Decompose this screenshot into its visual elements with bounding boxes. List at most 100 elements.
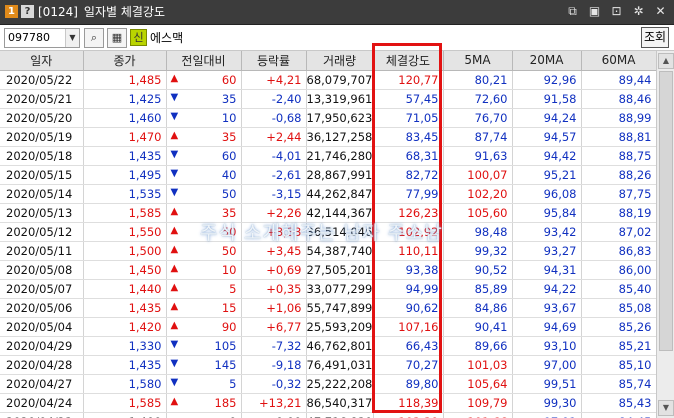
cell-ma5: 89,66 — [443, 336, 513, 356]
save-icon[interactable]: ▣ — [587, 4, 602, 19]
cell-ma60: 87,75 — [581, 184, 656, 204]
cell-change: ▲ 15 — [166, 298, 242, 318]
cell-rate: +0,69 — [241, 260, 307, 280]
cell-ma5: 99,32 — [443, 241, 513, 261]
data-grid[interactable]: 일자 종가 전일대비 등락률 거래량 체결강도 5MA 20MA 60MA 20… — [0, 51, 656, 418]
table-row[interactable]: 2020/05/07 1,440 ▲ 5 +0,35 33,077,299 94,99 85,… — [0, 279, 656, 299]
stock-code-combobox[interactable]: 097780 ▼ — [4, 28, 80, 48]
cell-date: 2020/05/21 — [0, 89, 84, 109]
cell-change-value: 15 — [221, 300, 237, 315]
lock-icon[interactable]: ⊡ — [609, 4, 624, 19]
cell-date: 2020/04/27 — [0, 374, 84, 394]
cell-ma20: 92,96 — [512, 70, 582, 90]
table-row[interactable]: 2020/04/27 1,580 ▼ 5 -0,32 25,222,208 89,80 105… — [0, 374, 656, 394]
column-header-strength[interactable]: 체결강도 — [373, 51, 444, 71]
column-header-date[interactable]: 일자 — [0, 51, 84, 71]
table-row[interactable]: 2020/05/11 1,500 ▲ 50 +3,45 54,387,740 110,11 9… — [0, 241, 656, 261]
column-header-change[interactable]: 전일대비 — [166, 51, 242, 71]
scroll-thumb[interactable] — [659, 71, 673, 351]
up-triangle-icon: ▲ — [170, 72, 179, 84]
table-row[interactable]: 2020/04/28 1,435 ▼ 145 -9,18 76,491,031 70,27 1… — [0, 355, 656, 375]
cell-change: ▼ 10 — [166, 108, 242, 128]
cell-date: 2020/05/20 — [0, 108, 84, 128]
table-row[interactable]: 2020/05/04 1,420 ▲ 90 +6,77 25,593,209 107,16 9… — [0, 317, 656, 337]
cell-close: 1,580 — [83, 374, 167, 394]
cell-ma60: 88,46 — [581, 89, 656, 109]
scroll-down-button[interactable]: ▼ — [658, 400, 674, 416]
table-row[interactable]: 2020/05/06 1,435 ▲ 15 +1,06 55,747,899 90,62 84… — [0, 298, 656, 318]
column-header-ma20[interactable]: 20MA — [512, 51, 582, 71]
cell-change-value: 50 — [221, 186, 237, 201]
cell-change-value: 90 — [221, 319, 237, 334]
cell-ma60: 86,00 — [581, 260, 656, 280]
table-row[interactable]: 2020/05/22 1,485 ▲ 60 +4,21 68,079,707 120,77 8… — [0, 70, 656, 90]
cell-date: 2020/04/24 — [0, 393, 84, 413]
cell-volume: 13,319,961 — [306, 89, 374, 109]
cell-ma5: 100,07 — [443, 165, 513, 185]
cell-volume: 33,077,299 — [306, 279, 374, 299]
cell-change-value: 60 — [221, 72, 237, 87]
table-row[interactable]: 2020/05/20 1,460 ▼ 10 -0,68 17,950,623 71,05 76… — [0, 108, 656, 128]
cell-ma5: 102,20 — [443, 184, 513, 204]
calendar-button[interactable]: ▦ — [107, 28, 127, 48]
cell-date: 2020/05/07 — [0, 279, 84, 299]
table-row[interactable]: 2020/05/12 1,550 ▲ 50 +3,33 36,514,046 102,92 9… — [0, 222, 656, 242]
table-row[interactable]: 2020/05/14 1,535 ▼ 50 -3,15 44,262,847 77,99 10… — [0, 184, 656, 204]
table-row[interactable]: 2020/05/08 1,450 ▲ 10 +0,69 27,505,201 93,38 90… — [0, 260, 656, 280]
cell-date: 2020/04/28 — [0, 355, 84, 375]
column-header-volume[interactable]: 거래량 — [306, 51, 374, 71]
cell-ma5: 105,60 — [443, 203, 513, 223]
table-row[interactable]: 2020/04/231,400 0 0,0047,716,830103,39101,… — [0, 412, 656, 418]
table-row[interactable]: 2020/05/21 1,425 ▼ 35 -2,40 13,319,961 57,45 72… — [0, 89, 656, 109]
table-row[interactable]: 2020/05/13 1,585 ▲ 35 +2,26 42,144,367 126,23 1… — [0, 203, 656, 223]
close-icon[interactable]: ✕ — [653, 4, 668, 19]
cell-ma60: 89,44 — [581, 70, 656, 90]
column-header-ma5[interactable]: 5MA — [443, 51, 513, 71]
title-bar-icons: ⧉ ▣ ⊡ ✲ ✕ — [565, 4, 668, 20]
cell-rate: -7,32 — [241, 336, 307, 356]
query-button[interactable]: 조회 — [641, 27, 669, 48]
cell-date: 2020/05/04 — [0, 317, 84, 337]
cell-date: 2020/05/22 — [0, 70, 84, 90]
cell-rate: -2,40 — [241, 89, 307, 109]
cell-change: ▼ 105 — [166, 336, 242, 356]
cell-change-value: 35 — [221, 91, 237, 106]
cell-strength: 94,99 — [373, 279, 444, 299]
table-row[interactable]: 2020/05/18 1,435 ▼ 60 -4,01 21,746,280 68,31 91… — [0, 146, 656, 166]
search-button[interactable]: ⌕ — [84, 28, 104, 48]
cell-date: 2020/05/19 — [0, 127, 84, 147]
table-row[interactable]: 2020/04/24 1,585 ▲ 185 +13,21 86,540,317 118,3… — [0, 393, 656, 413]
cell-ma5: 80,21 — [443, 70, 513, 90]
table-row[interactable]: 2020/05/15 1,495 ▼ 40 -2,61 28,867,991 82,72 10… — [0, 165, 656, 185]
cell-rate: +1,06 — [241, 298, 307, 318]
stock-code-input[interactable]: 097780 — [8, 29, 50, 47]
cell-ma5: 87,74 — [443, 127, 513, 147]
chevron-down-icon[interactable]: ▼ — [65, 29, 79, 47]
window-link-icon[interactable]: ⧉ — [565, 4, 580, 19]
settings-icon[interactable]: ✲ — [631, 4, 646, 19]
up-triangle-icon: ▲ — [170, 319, 179, 331]
column-header-close[interactable]: 종가 — [83, 51, 167, 71]
cell-strength: 57,45 — [373, 89, 444, 109]
cell-close: 1,500 — [83, 241, 167, 261]
scroll-up-button[interactable]: ▲ — [658, 53, 674, 69]
cell-ma20: 96,08 — [512, 184, 582, 204]
cell-change-value: 5 — [229, 376, 237, 391]
cell-ma20: 93,42 — [512, 222, 582, 242]
cell-change: ▲ 90 — [166, 317, 242, 337]
help-badge[interactable]: ? — [21, 5, 34, 18]
column-header-ma60[interactable]: 60MA — [581, 51, 656, 71]
up-triangle-icon: ▲ — [170, 224, 179, 236]
search-icon: ⌕ — [90, 31, 98, 44]
table-row[interactable]: 2020/04/29 1,330 ▼ 105 -7,32 46,762,801 66,43 8… — [0, 336, 656, 356]
table-row[interactable]: 2020/05/19 1,470 ▲ 35 +2,44 36,127,258 83,45 87… — [0, 127, 656, 147]
vertical-scrollbar[interactable]: ▲ ▼ — [656, 51, 674, 418]
cell-volume: 42,144,367 — [306, 203, 374, 223]
column-header-rate[interactable]: 등락률 — [241, 51, 307, 71]
screen-number-badge[interactable]: 1 — [5, 5, 18, 18]
cell-rate: +2,44 — [241, 127, 307, 147]
cell-ma5: 90,41 — [443, 317, 513, 337]
cell-rate: -0,32 — [241, 374, 307, 394]
cell-change: ▼ 5 — [166, 374, 242, 394]
cell-change: ▼ 60 — [166, 146, 242, 166]
